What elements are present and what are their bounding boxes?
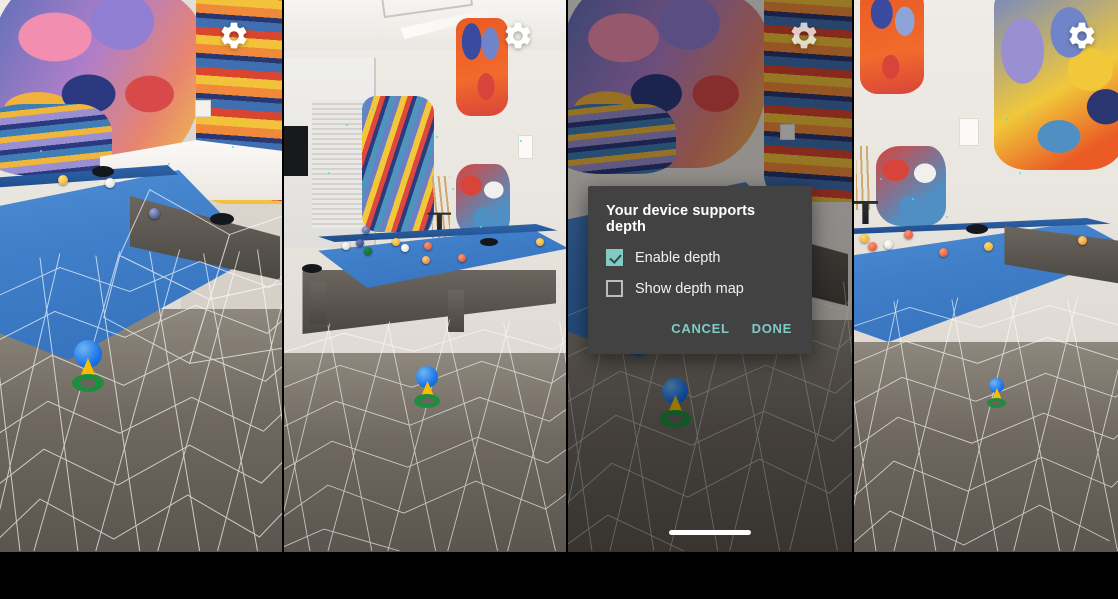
option-show-depth-map[interactable]: Show depth map bbox=[606, 280, 794, 297]
gear-icon[interactable] bbox=[502, 20, 534, 52]
pocket bbox=[92, 166, 114, 177]
ar-view-panel-4[interactable] bbox=[854, 0, 1118, 552]
office-monitor bbox=[284, 126, 309, 176]
option-show-depth-map-label: Show depth map bbox=[635, 280, 744, 297]
ar-view-panel-1[interactable] bbox=[0, 0, 283, 552]
wall-art-left-mid bbox=[0, 104, 112, 176]
gear-icon[interactable] bbox=[1066, 20, 1098, 52]
done-button[interactable]: DONE bbox=[750, 317, 794, 340]
ar-object-torus bbox=[72, 374, 104, 392]
wall-art-orange-left bbox=[860, 0, 925, 94]
checkbox-unchecked-icon[interactable] bbox=[606, 280, 623, 297]
option-enable-depth-label: Enable depth bbox=[635, 249, 721, 266]
ar-view-panel-2[interactable] bbox=[284, 0, 566, 552]
pool-ball bbox=[58, 175, 68, 185]
panel-strip bbox=[0, 0, 1118, 552]
ar-object-torus bbox=[987, 398, 1007, 408]
ar-object-andy[interactable] bbox=[412, 366, 444, 414]
bottom-black-bar bbox=[0, 552, 1118, 599]
wall-art-red-lower-left bbox=[876, 146, 947, 226]
wall-art-tall-center bbox=[362, 96, 435, 232]
ar-feature-point bbox=[168, 163, 170, 165]
wall-notice bbox=[959, 118, 980, 146]
gear-icon[interactable] bbox=[788, 20, 820, 52]
ar-object-torus bbox=[414, 394, 441, 408]
home-indicator[interactable] bbox=[669, 530, 752, 535]
wall-notice bbox=[518, 135, 534, 159]
gear-icon[interactable] bbox=[218, 20, 250, 52]
pool-table-leg bbox=[310, 282, 327, 324]
dialog-title: Your device supports depth bbox=[606, 203, 756, 235]
room-floor bbox=[854, 342, 1118, 552]
ar-object-andy[interactable] bbox=[70, 340, 108, 398]
camera-feed-2 bbox=[284, 0, 566, 552]
wall-art-red-lower bbox=[456, 164, 511, 236]
pool-ball bbox=[105, 178, 115, 188]
wall-switch bbox=[195, 100, 211, 117]
pool-ball bbox=[149, 208, 160, 219]
ar-object-andy[interactable] bbox=[986, 378, 1008, 412]
app-screen: Your device supports depth Enable depth … bbox=[0, 0, 1118, 599]
cancel-button[interactable]: CANCEL bbox=[669, 317, 731, 340]
pool-table-leg bbox=[448, 290, 465, 332]
ar-feature-point bbox=[40, 150, 42, 152]
option-enable-depth[interactable]: Enable depth bbox=[606, 249, 794, 266]
camera-feed-4 bbox=[854, 0, 1118, 552]
dialog-actions: CANCEL DONE bbox=[606, 311, 794, 346]
wall-art-large-right bbox=[994, 0, 1118, 170]
camera-feed-1 bbox=[0, 0, 283, 552]
depth-settings-dialog: Your device supports depth Enable depth … bbox=[588, 186, 812, 354]
wall-art-orange-top bbox=[456, 18, 509, 116]
checkbox-checked-icon[interactable] bbox=[606, 249, 623, 266]
cue-sticks bbox=[856, 146, 871, 210]
pocket bbox=[210, 213, 234, 225]
ar-feature-point bbox=[232, 146, 234, 148]
